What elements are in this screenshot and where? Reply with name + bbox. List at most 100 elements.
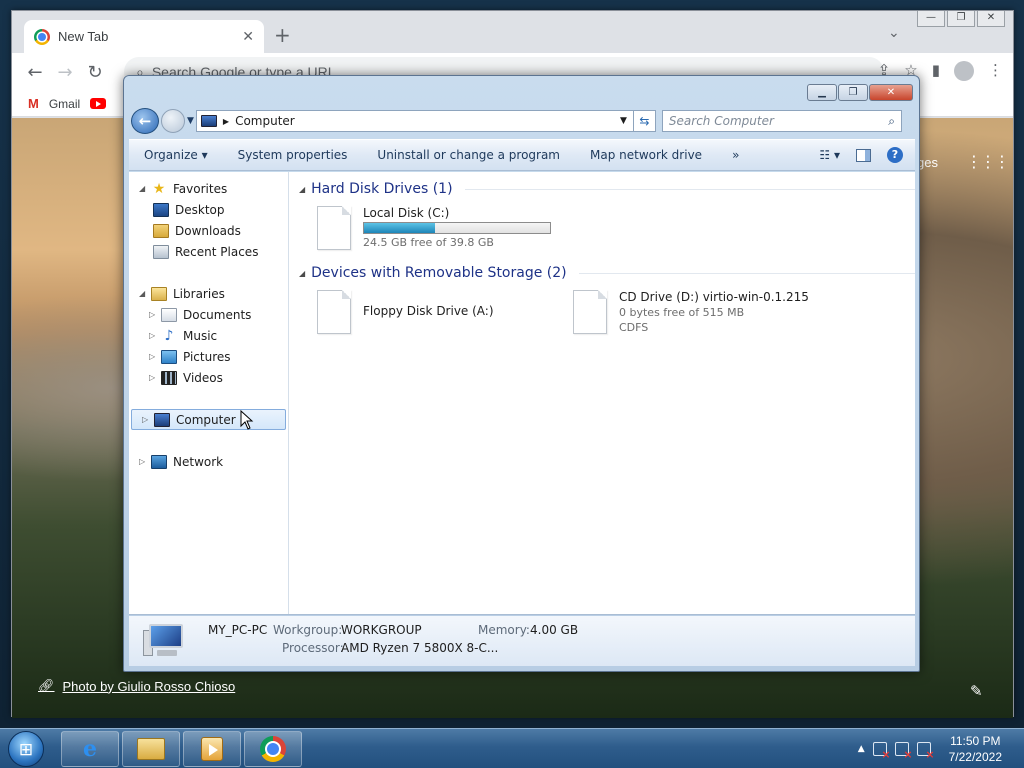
chrome-minimize-button[interactable]: — bbox=[917, 11, 945, 27]
clock-date: 7/22/2022 bbox=[948, 750, 1002, 764]
content-pane: ◢ Hard Disk Drives (1) Local Disk (C:) 2… bbox=[290, 172, 915, 614]
volume-muted-icon[interactable] bbox=[916, 742, 935, 761]
tab-search-chevron-icon[interactable]: ⌄ bbox=[888, 25, 900, 41]
taskbar-windows-explorer[interactable] bbox=[122, 731, 180, 767]
taskbar: ⊞ e ▲ 11:50 PM 7/22/2022 bbox=[0, 728, 1024, 768]
organize-button[interactable]: Organize ▾ bbox=[129, 148, 223, 162]
collapse-arrow-icon[interactable]: ▷ bbox=[149, 331, 159, 340]
nav-favorites-label: Favorites bbox=[173, 181, 228, 196]
map-network-drive-button[interactable]: Map network drive bbox=[575, 148, 717, 162]
customize-pencil-icon[interactable]: ✎ bbox=[970, 682, 983, 700]
taskbar-media-player[interactable] bbox=[183, 731, 241, 767]
taskbar-internet-explorer[interactable]: e bbox=[61, 731, 119, 767]
nav-documents[interactable]: ▷ Documents bbox=[129, 304, 288, 325]
drive-icon bbox=[573, 290, 607, 334]
chrome-icon bbox=[260, 736, 286, 762]
expand-arrow-icon[interactable]: ◢ bbox=[139, 289, 149, 298]
explorer-window: ▁ ❐ ✕ ← ▼ ▶ Computer ▼ ⇆ Search Computer… bbox=[123, 75, 920, 672]
chrome-forward-icon[interactable]: → bbox=[50, 62, 80, 83]
chrome-menu-icon[interactable]: ⋮ bbox=[988, 61, 1003, 81]
forward-arrow-icon[interactable] bbox=[161, 109, 185, 133]
taskbar-chrome[interactable] bbox=[244, 731, 302, 767]
group-header-removable-storage[interactable]: ◢ Devices with Removable Storage (2) bbox=[299, 262, 915, 284]
nav-music[interactable]: ▷ ♪ Music bbox=[129, 325, 288, 346]
drive-local-disk-c[interactable]: Local Disk (C:) 24.5 GB free of 39.8 GB bbox=[299, 202, 555, 262]
nav-videos[interactable]: ▷ Videos bbox=[129, 367, 288, 388]
new-tab-button[interactable]: + bbox=[274, 25, 291, 45]
recent-pages-chevron-icon[interactable]: ▼ bbox=[187, 116, 194, 126]
nav-desktop[interactable]: Desktop bbox=[129, 199, 288, 220]
more-commands-chevron-icon[interactable]: » bbox=[717, 148, 754, 162]
group-collapse-icon[interactable]: ◢ bbox=[299, 185, 305, 194]
collapse-arrow-icon[interactable]: ▷ bbox=[139, 457, 149, 466]
explorer-window-controls: ▁ ❐ ✕ bbox=[807, 84, 913, 101]
nav-favorites[interactable]: ◢ ★ Favorites bbox=[129, 178, 288, 199]
uninstall-program-button[interactable]: Uninstall or change a program bbox=[362, 148, 575, 162]
hdd-drive-row: Local Disk (C:) 24.5 GB free of 39.8 GB bbox=[299, 202, 915, 262]
photo-credit-link[interactable]: 🔗︎ Photo by Giulio Rosso Chioso bbox=[38, 678, 235, 694]
drive-cd-d[interactable]: CD Drive (D:) virtio-win-0.1.215 0 bytes… bbox=[555, 286, 811, 346]
collapse-arrow-icon[interactable]: ▷ bbox=[142, 415, 152, 424]
group-collapse-icon[interactable]: ◢ bbox=[299, 269, 305, 278]
link-icon: 🔗︎ bbox=[38, 678, 55, 693]
chrome-restore-button[interactable]: ❐ bbox=[947, 11, 975, 27]
address-bar[interactable]: ▶ Computer ▼ bbox=[195, 110, 634, 132]
address-dropdown-icon[interactable]: ▼ bbox=[620, 116, 627, 126]
network-status-icon[interactable] bbox=[894, 742, 913, 761]
chrome-reload-icon[interactable]: ↻ bbox=[80, 62, 110, 83]
explorer-minimize-button[interactable]: ▁ bbox=[807, 84, 837, 101]
search-input[interactable]: Search Computer ⌕ bbox=[661, 110, 902, 132]
preview-pane-icon[interactable] bbox=[856, 148, 871, 162]
nav-libraries[interactable]: ◢ Libraries bbox=[129, 283, 288, 304]
tab-close-icon[interactable]: ✕ bbox=[242, 28, 254, 45]
computer-icon bbox=[143, 622, 189, 660]
gmail-icon: M bbox=[28, 96, 39, 111]
back-arrow-icon[interactable]: ← bbox=[131, 108, 159, 134]
clock[interactable]: 11:50 PM 7/22/2022 bbox=[949, 733, 1002, 765]
chrome-close-button[interactable]: ✕ bbox=[977, 11, 1005, 27]
chrome-back-icon[interactable]: ← bbox=[20, 62, 50, 83]
bookmark-gmail[interactable]: Gmail bbox=[49, 97, 80, 111]
google-apps-icon[interactable]: ⋮⋮⋮ bbox=[966, 152, 1010, 171]
nav-recent-places[interactable]: Recent Places bbox=[129, 241, 288, 262]
libraries-icon bbox=[151, 286, 167, 301]
search-placeholder: Search Computer bbox=[668, 114, 774, 128]
collapse-arrow-icon[interactable]: ▷ bbox=[149, 352, 159, 361]
system-properties-button[interactable]: System properties bbox=[223, 148, 363, 162]
youtube-icon[interactable] bbox=[90, 98, 107, 109]
nav-network[interactable]: ▷ Network bbox=[129, 451, 288, 472]
clock-time: 11:50 PM bbox=[950, 734, 1001, 748]
collapse-arrow-icon[interactable]: ▷ bbox=[149, 373, 159, 382]
change-view-icon[interactable]: ☷ ▾ bbox=[819, 148, 840, 162]
show-hidden-icons-icon[interactable]: ▲ bbox=[858, 744, 865, 754]
downloads-folder-icon bbox=[153, 223, 169, 238]
side-panel-icon[interactable]: ▮ bbox=[932, 61, 940, 81]
system-tray: ▲ 11:50 PM 7/22/2022 bbox=[858, 729, 1024, 768]
breadcrumb-separator-icon[interactable]: ▶ bbox=[223, 117, 229, 126]
profile-avatar[interactable] bbox=[954, 61, 974, 81]
nav-downloads-label: Downloads bbox=[175, 223, 241, 238]
nav-computer[interactable]: ▷ Computer bbox=[131, 409, 286, 430]
nav-pictures[interactable]: ▷ Pictures bbox=[129, 346, 288, 367]
explorer-maximize-button[interactable]: ❐ bbox=[838, 84, 868, 101]
details-pane: MY_PC-PC Workgroup: WORKGROUP Memory: 4.… bbox=[129, 616, 915, 666]
chrome-tab-new-tab[interactable]: New Tab ✕ bbox=[24, 20, 264, 53]
chrome-favicon-icon bbox=[34, 28, 50, 45]
refresh-icon[interactable]: ⇆ bbox=[633, 110, 656, 132]
collapse-arrow-icon[interactable]: ▷ bbox=[149, 310, 159, 319]
removable-drive-row: Floppy Disk Drive (A:) CD Drive (D:) vir… bbox=[299, 286, 915, 346]
folder-icon bbox=[137, 738, 165, 760]
expand-arrow-icon[interactable]: ◢ bbox=[139, 184, 149, 193]
breadcrumb-computer[interactable]: Computer bbox=[235, 114, 295, 128]
ntp-images-link[interactable]: ges bbox=[917, 155, 938, 170]
explorer-close-button[interactable]: ✕ bbox=[869, 84, 913, 101]
mouse-cursor-icon bbox=[240, 410, 254, 430]
nav-downloads[interactable]: Downloads bbox=[129, 220, 288, 241]
photo-credit-text: Photo by Giulio Rosso Chioso bbox=[62, 678, 236, 694]
help-icon[interactable]: ? bbox=[887, 147, 903, 163]
start-button[interactable]: ⊞ bbox=[8, 731, 44, 767]
group-header-hard-disk-drives[interactable]: ◢ Hard Disk Drives (1) bbox=[299, 178, 915, 200]
drive-floppy-a[interactable]: Floppy Disk Drive (A:) bbox=[299, 286, 555, 346]
magnifier-icon[interactable]: ⌕ bbox=[888, 114, 895, 129]
action-center-icon[interactable] bbox=[872, 742, 891, 761]
